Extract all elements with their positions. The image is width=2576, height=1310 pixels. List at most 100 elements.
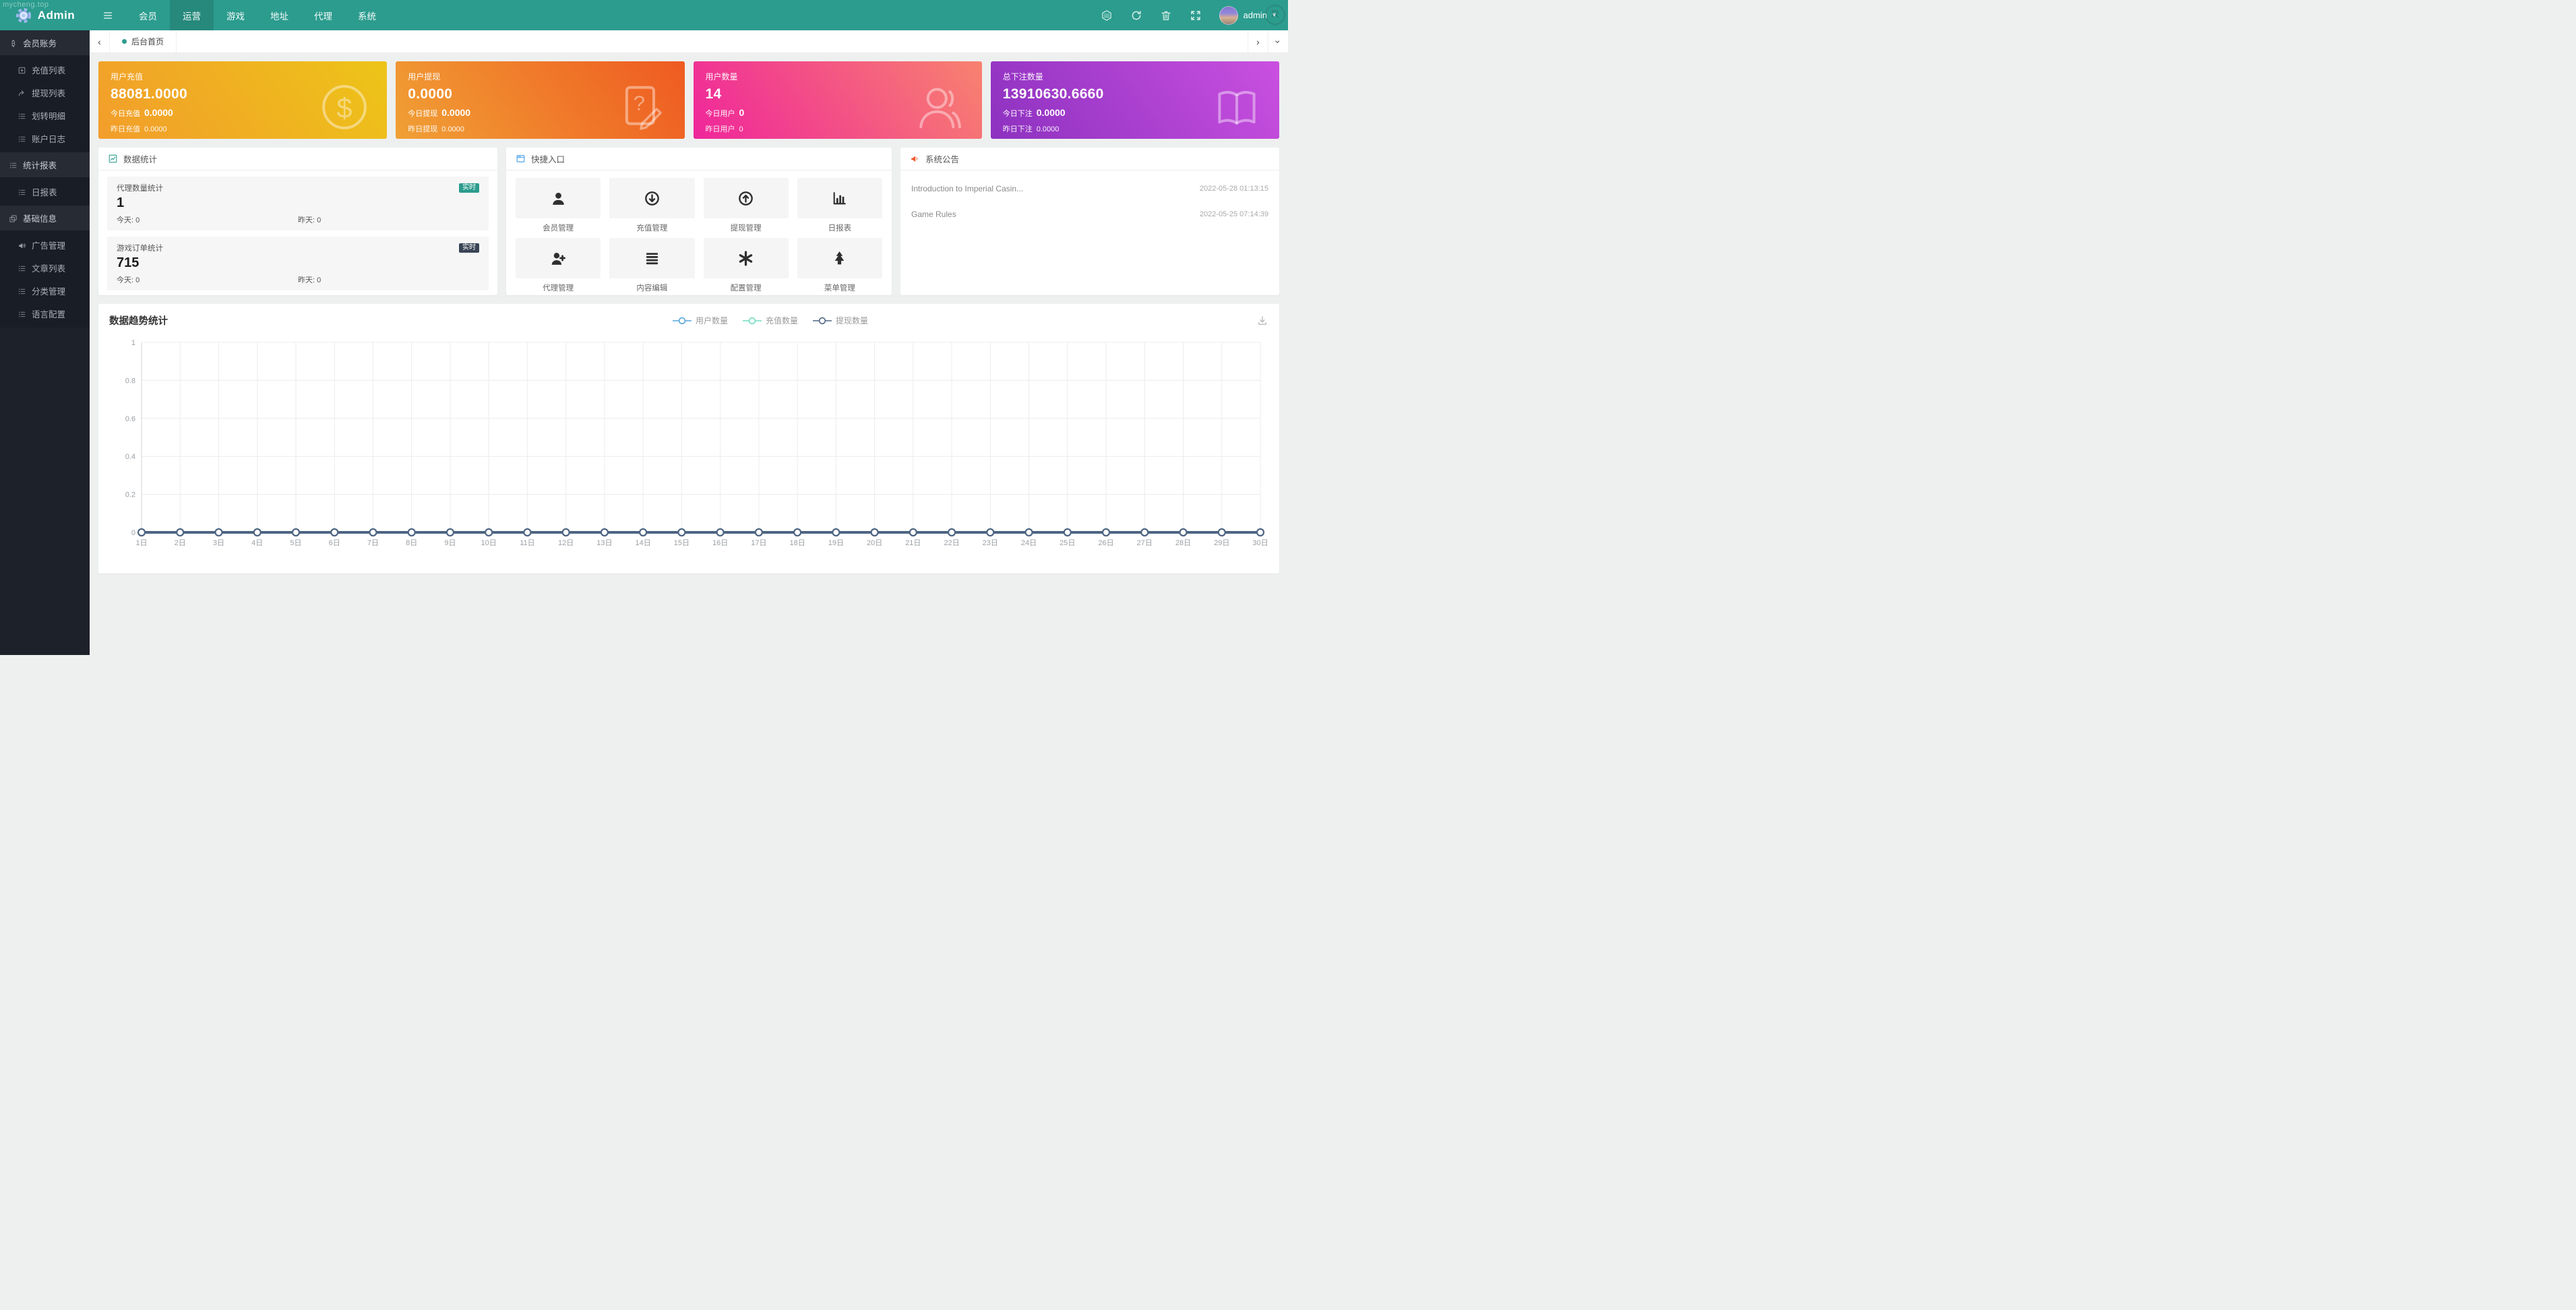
mini-stat-label: 代理数量统计 [117, 183, 163, 193]
sidebar-group-label: 统计报表 [23, 158, 57, 171]
main-content: 用户充值88081.0000今日充值0.0000昨日充值0.0000$用户提现0… [90, 53, 1288, 655]
quick-entry-5[interactable]: 内容编辑 [609, 238, 694, 293]
announcement-text: Game Rules [911, 210, 956, 219]
quick-entry-tile [609, 178, 694, 218]
tabs-options-button[interactable]: › [1268, 30, 1288, 53]
sidebar-item-2-3[interactable]: 语言配置 [0, 302, 90, 325]
data-stats-panel: 数据统计 代理数量统计实时1今天: 0昨天: 0游戏订单统计实时715今天: 0… [98, 148, 497, 295]
navbar-tools: admin ▾ R [1101, 0, 1288, 30]
svg-text:1日: 1日 [135, 539, 147, 547]
sidebar-item-0-3[interactable]: 账户日志 [0, 127, 90, 150]
quick-entry-panel: 快捷入口 会员管理充值管理提现管理日报表代理管理内容编辑配置管理菜单管理 [506, 148, 892, 295]
svg-text:10日: 10日 [481, 539, 497, 547]
quick-entry-label: 充值管理 [609, 222, 694, 233]
trash-icon[interactable] [1160, 9, 1172, 22]
svg-text:?: ? [633, 92, 644, 115]
quick-entry-7[interactable]: 菜单管理 [797, 238, 882, 293]
panels-row: 数据统计 代理数量统计实时1今天: 0昨天: 0游戏订单统计实时715今天: 0… [98, 148, 1279, 295]
legend-label: 用户数量 [696, 315, 728, 326]
nav-item-0[interactable]: 会员 [126, 0, 170, 30]
mini-stat-value: 715 [117, 255, 479, 271]
stat-card-0[interactable]: 用户充值88081.0000今日充值0.0000昨日充值0.0000$ [98, 61, 387, 139]
quick-entry-header: 快捷入口 [506, 148, 892, 170]
bars-icon [644, 250, 661, 267]
svg-text:7日: 7日 [367, 539, 379, 547]
quick-entry-label: 会员管理 [516, 222, 601, 233]
quick-entry-grid: 会员管理充值管理提现管理日报表代理管理内容编辑配置管理菜单管理 [506, 170, 892, 301]
tabs-scroll-left-button[interactable]: ‹ [90, 30, 110, 53]
quick-entry-label: 菜单管理 [797, 282, 882, 293]
tab-home-label: 后台首页 [131, 36, 164, 47]
sidebar-group-1[interactable]: 统计报表 [0, 152, 90, 177]
sidebar-item-0-0[interactable]: 充值列表 [0, 58, 90, 81]
quick-entry-4[interactable]: 代理管理 [516, 238, 601, 293]
announcements-title: 系统公告 [925, 152, 959, 165]
chart-legend: 用户数量 充值数量 提现数量 [284, 315, 1256, 326]
download-icon[interactable] [1256, 315, 1268, 327]
list-icon [18, 135, 26, 144]
hexagon-icon[interactable] [1101, 9, 1113, 22]
quick-entry-2[interactable]: 提现管理 [704, 178, 789, 233]
sidebar-group-children: 广告管理文章列表分类管理语言配置 [0, 230, 90, 328]
legend-item-2[interactable]: 提现数量 [813, 315, 868, 326]
sidebar-group-2[interactable]: 基础信息 [0, 206, 90, 230]
asterisk-icon [737, 250, 754, 267]
sidebar-item-label: 划转明细 [32, 109, 65, 122]
nav-item-3[interactable]: 地址 [257, 0, 301, 30]
mini-stat-card-0: 代理数量统计实时1今天: 0昨天: 0 [107, 177, 489, 230]
user-plus-icon [550, 250, 567, 267]
svg-text:6日: 6日 [329, 539, 340, 547]
announcement-row-0[interactable]: Introduction to Imperial Casin...2022-05… [911, 176, 1268, 201]
trend-chart-svg[interactable]: 00.20.40.60.811日2日3日4日5日6日7日8日9日10日11日12… [102, 332, 1275, 559]
fullscreen-icon[interactable] [1190, 9, 1202, 22]
svg-text:0.6: 0.6 [125, 415, 135, 423]
realtime-badge: 实时 [459, 183, 479, 193]
svg-text:13日: 13日 [596, 539, 612, 547]
legend-marker-icon [743, 317, 762, 325]
chevron-down-icon: ▾ [1272, 11, 1276, 19]
stat-card-3[interactable]: 总下注数量13910630.6660今日下注0.0000昨日下注0.0000 [991, 61, 1279, 139]
user-menu[interactable]: admin ▾ R [1219, 6, 1276, 25]
sidebar-item-0-2[interactable]: 划转明细 [0, 104, 90, 127]
sidebar-item-1-0[interactable]: 日报表 [0, 180, 90, 203]
tab-home[interactable]: 后台首页 [110, 30, 177, 53]
sidebar-item-2-2[interactable]: 分类管理 [0, 279, 90, 302]
quick-entry-label: 代理管理 [516, 282, 601, 293]
list-icon [18, 112, 26, 121]
svg-text:24日: 24日 [1021, 539, 1037, 547]
stat-card-1[interactable]: 用户提现0.0000今日提现0.0000昨日提现0.0000? [396, 61, 684, 139]
menu-toggle-button[interactable] [90, 0, 126, 30]
sidebar-item-label: 语言配置 [32, 307, 65, 320]
nav-item-1[interactable]: 运营 [170, 0, 214, 30]
tabs-scroll-right-button[interactable]: › [1248, 30, 1268, 53]
quick-entry-1[interactable]: 充值管理 [609, 178, 694, 233]
sidebar-group-label: 基础信息 [23, 212, 57, 224]
quick-entry-tile [797, 178, 882, 218]
sidebar-item-0-1[interactable]: 提现列表 [0, 81, 90, 104]
arrow-up-circle-icon [737, 190, 754, 207]
quick-entry-0[interactable]: 会员管理 [516, 178, 601, 233]
quick-entry-6[interactable]: 配置管理 [704, 238, 789, 293]
svg-text:4日: 4日 [251, 539, 263, 547]
announcements-panel: 系统公告 Introduction to Imperial Casin...20… [900, 148, 1279, 295]
nav-item-2[interactable]: 游戏 [214, 0, 257, 30]
sidebar-item-2-0[interactable]: 广告管理 [0, 233, 90, 256]
stat-cards-row: 用户充值88081.0000今日充值0.0000昨日充值0.0000$用户提现0… [98, 61, 1279, 139]
list-icon [18, 264, 26, 273]
stat-card-2[interactable]: 用户数量14今日用户0昨日用户0 [694, 61, 982, 139]
legend-item-1[interactable]: 充值数量 [743, 315, 798, 326]
announcement-row-1[interactable]: Game Rules2022-05-25 07:14:39 [911, 201, 1268, 227]
svg-text:23日: 23日 [983, 539, 998, 547]
sidebar-item-2-1[interactable]: 文章列表 [0, 256, 90, 279]
nav-item-5[interactable]: 系统 [345, 0, 389, 30]
legend-item-0[interactable]: 用户数量 [673, 315, 728, 326]
active-tab-dot [122, 39, 127, 44]
svg-text:0.4: 0.4 [125, 453, 135, 461]
chevron-down-icon: › [1272, 40, 1283, 43]
svg-text:1: 1 [131, 339, 135, 347]
plus-square-icon [18, 66, 26, 75]
quick-entry-3[interactable]: 日报表 [797, 178, 882, 233]
refresh-icon[interactable] [1130, 9, 1142, 22]
sidebar-group-0[interactable]: 会员账务 [0, 30, 90, 55]
nav-item-4[interactable]: 代理 [301, 0, 345, 30]
